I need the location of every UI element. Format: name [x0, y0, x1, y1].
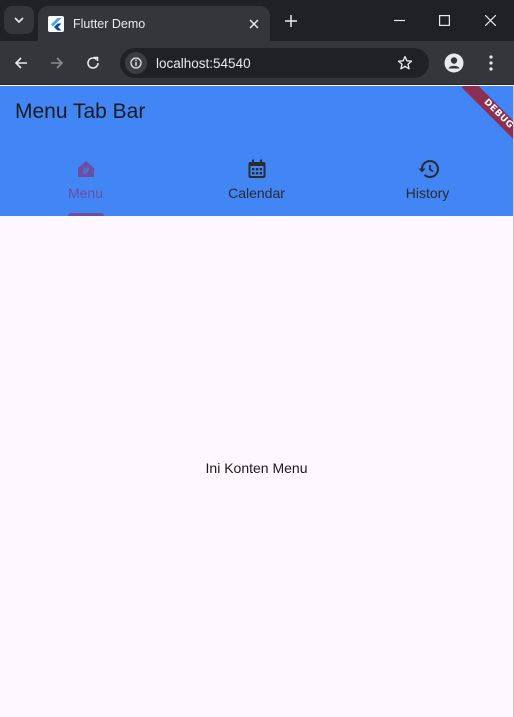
app-title: Menu Tab Bar — [15, 100, 146, 123]
kebab-menu-icon — [489, 55, 493, 71]
browser-toolbar: localhost:54540 — [0, 41, 514, 85]
window-close-icon — [484, 14, 496, 26]
browser-menu-button[interactable] — [477, 49, 505, 77]
app-bar: Menu Tab Bar DEBUG Menu Calendar History — [0, 86, 513, 216]
tab-search-button[interactable] — [4, 6, 34, 34]
reload-icon — [87, 56, 99, 69]
tab-calendar[interactable]: Calendar — [171, 154, 342, 216]
star-icon[interactable] — [393, 51, 417, 75]
window-close-button[interactable] — [475, 6, 505, 34]
profile-icon — [444, 53, 464, 73]
browser-tab[interactable]: Flutter Demo — [38, 6, 270, 41]
plus-icon — [285, 15, 297, 27]
close-icon[interactable] — [245, 15, 263, 33]
minimize-icon — [393, 19, 405, 21]
tab-bar: Menu Calendar History — [0, 154, 513, 216]
back-button[interactable] — [7, 49, 35, 77]
tab-title: Flutter Demo — [73, 16, 146, 31]
maximize-icon — [438, 14, 450, 26]
profile-button[interactable] — [440, 49, 468, 77]
tab-calendar-label: Calendar — [228, 185, 285, 201]
tab-menu-label: Menu — [67, 185, 104, 201]
tab-strip: Flutter Demo — [0, 0, 514, 41]
tab-search-icon — [14, 17, 24, 24]
browser-window: Flutter Demo localhost:54540 Menu Tab Ba… — [0, 0, 514, 717]
tab-menu[interactable]: Menu — [0, 154, 171, 216]
debug-banner-label: DEBUG — [461, 86, 513, 146]
flutter-favicon — [48, 15, 64, 32]
restaurant-menu-icon — [75, 158, 97, 180]
history-icon — [417, 158, 439, 180]
forward-arrow-icon — [51, 57, 64, 69]
debug-banner: DEBUG — [453, 86, 513, 146]
content-text: Ini Konten Menu — [205, 460, 308, 476]
forward-button[interactable] — [43, 49, 71, 77]
calendar-icon — [246, 158, 268, 180]
tab-history-label: History — [405, 185, 450, 201]
new-tab-button[interactable] — [280, 10, 302, 32]
minimize-button[interactable] — [384, 6, 414, 34]
address-bar[interactable]: localhost:54540 — [120, 48, 429, 78]
reload-button[interactable] — [79, 49, 107, 77]
back-arrow-icon — [14, 57, 27, 69]
maximize-button[interactable] — [429, 6, 459, 34]
site-info-icon[interactable] — [125, 52, 147, 74]
tab-content: Ini Konten Menu — [0, 216, 513, 717]
tab-history[interactable]: History — [342, 154, 513, 216]
url-text[interactable]: localhost:54540 — [156, 56, 393, 71]
